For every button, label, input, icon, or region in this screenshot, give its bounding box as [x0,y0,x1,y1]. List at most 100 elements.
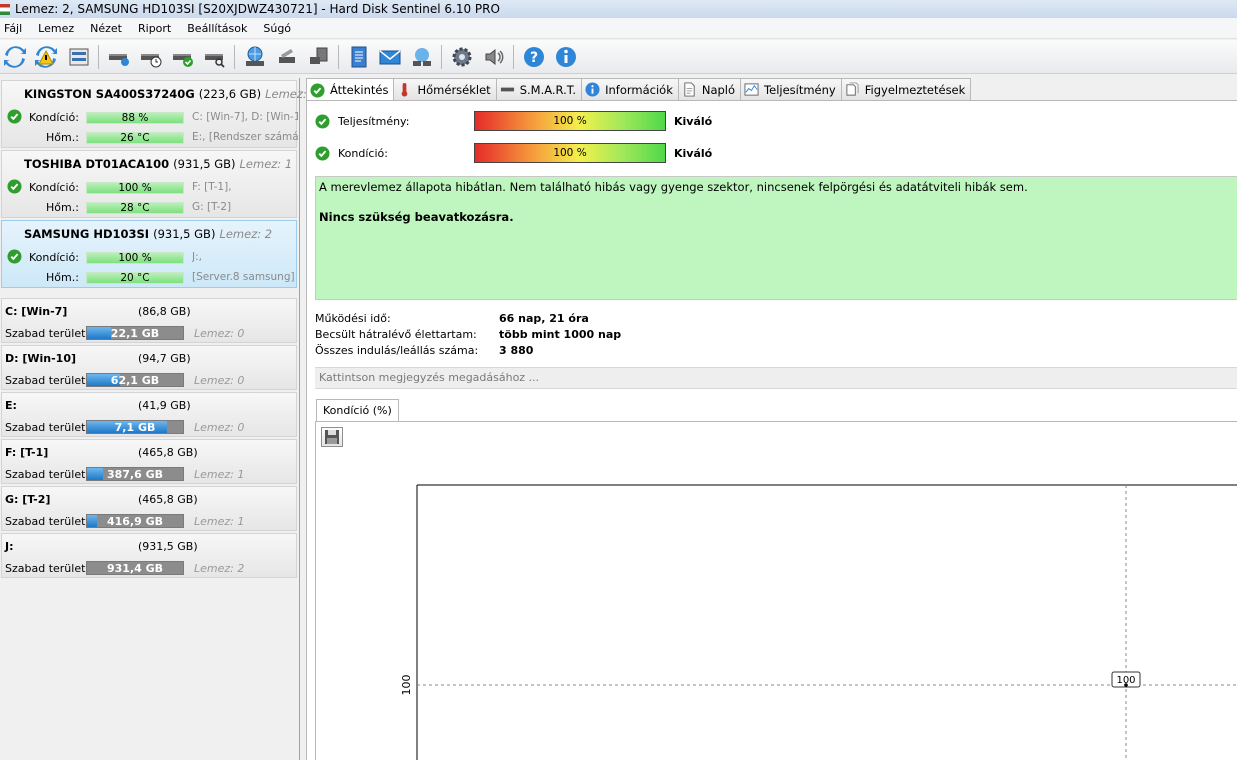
free-space-label: Szabad terület [5,374,86,387]
free-space-value: 931,4 GB [106,562,164,575]
app-icon [0,3,10,15]
disk-info-icon[interactable] [106,44,132,70]
disk-item-0[interactable]: KINGSTON SA400S37240G (223,6 GB) Lemez: … [1,80,318,148]
health-label: Kondíció: [29,181,79,194]
disk-search-icon[interactable] [202,44,228,70]
health-bar: 100 % [474,143,666,163]
health-rating: Kiváló [674,146,713,160]
volume-disk-index: Lemez: 0 [194,374,245,387]
volume-item[interactable]: G: [T-2] (465,8 GB) Szabad terület 416,9 GB… [1,486,297,531]
menu-file[interactable]: Fájl [0,22,34,35]
log-icon [684,82,695,97]
globe-disk-icon[interactable] [242,44,268,70]
volume-name: J: [5,540,14,553]
disk-name: KINGSTON SA400S37240G (223,6 GB) Lemez: … [24,87,318,101]
toolbar-separator [98,45,99,69]
health-bar: 100 % [86,252,184,264]
stat-value: 66 nap, 21 óra [499,312,589,325]
toolbar-separator [234,45,235,69]
partition-list: G: [T-2] [192,201,232,213]
tab-performance[interactable]: Teljesítmény [740,78,842,100]
performance-icon [744,83,759,96]
save-chart-button[interactable] [321,427,343,447]
disk-network-icon[interactable] [306,44,332,70]
health-chart: 100 100 [315,421,1237,760]
tab-overview[interactable]: Áttekintés [306,78,395,101]
tab-smart[interactable]: S.M.A.R.T. [495,78,583,100]
report-icon[interactable] [346,44,372,70]
smart-icon [500,87,514,92]
volume-item[interactable]: E: (41,9 GB) Szabad terület 7,1 GB Lemez: 0 [1,392,297,437]
volume-item[interactable]: D: [Win-10] (94,7 GB) Szabad terület 62,1 G… [1,345,297,390]
upload-icon[interactable] [409,44,435,70]
volume-disk-index: Lemez: 0 [194,327,245,340]
volume-item[interactable]: C: [Win-7] (86,8 GB) Szabad terület 22,1 GB… [1,298,297,343]
check-icon [7,109,22,124]
floppy-icon [325,430,339,444]
volume-item[interactable]: J: (931,5 GB) Szabad terület 931,4 GB Lemez:… [1,533,297,578]
disk-ok-icon[interactable] [170,44,196,70]
disk-item-1[interactable]: TOSHIBA DT01ACA100 (931,5 GB) Lemez: 1 K… [1,150,297,218]
menu-report[interactable]: Riport [134,22,183,35]
tab-log[interactable]: Napló [677,78,742,100]
settings-icon[interactable] [449,44,475,70]
menu-help[interactable]: Súgó [259,22,303,35]
chart-tab-health[interactable]: Kondíció (%) [316,399,399,421]
volume-name: G: [T-2] [5,493,51,506]
temperature-bar: 26 °C [86,132,184,144]
warning-refresh-icon[interactable] [33,44,59,70]
disk-icon[interactable] [66,44,92,70]
status-message: A merevlemez állapota hibátlan. Nem talá… [315,176,1237,300]
disk-tool-icon[interactable] [274,44,300,70]
free-space-value: 62,1 GB [110,374,160,387]
tab-bar: Áttekintés Hőmérséklet S.M.A.R.T. Inform… [306,78,972,101]
chart-canvas: 100 100 [400,484,1237,760]
disk-clock-icon[interactable] [138,44,164,70]
toolbar-separator [513,45,514,69]
menu-settings[interactable]: Beállítások [183,22,259,35]
window-title: Lemez: 2, SAMSUNG HD103SI [S20XJDWZ43072… [15,2,500,16]
menu-disk[interactable]: Lemez [34,22,86,35]
tab-alerts[interactable]: Figyelmeztetések [840,78,972,100]
refresh-icon[interactable] [2,44,28,70]
stat-value: több mint 1000 nap [499,328,622,341]
tab-label: S.M.A.R.T. [519,82,577,97]
check-icon [315,145,330,161]
partition-list: C: [Win-7], D: [Win-10] [192,111,298,123]
tab-label: Teljesítmény [764,82,836,97]
performance-row: Teljesítmény: 100 % Kiváló [315,111,712,131]
toolbar: ? [0,40,1237,74]
alerts-icon [846,82,859,96]
free-space-label: Szabad terület [5,421,86,434]
note-input[interactable]: Kattintson megjegyzés megadásához ... [315,367,1237,389]
volume-disk-index: Lemez: 1 [194,515,245,528]
volume-name: F: [T-1] [5,446,49,459]
menu-view[interactable]: Nézet [86,22,134,35]
y-tick-label: 100 [400,675,413,696]
free-space-label: Szabad terület [5,562,86,575]
status-recommendation: Nincs szükség beavatkozásra. [319,210,514,224]
disk-item-2[interactable]: SAMSUNG HD103SI (931,5 GB) Lemez: 2 Kond… [1,220,297,288]
tab-temperature[interactable]: Hőmérséklet [393,78,497,100]
toolbar-separator [441,45,442,69]
volume-size: (931,5 GB) [138,540,198,553]
temperature-bar: 28 °C [86,202,184,214]
partition-list: J:, [192,251,202,263]
temperature-bar: 20 °C [86,272,184,284]
free-space-bar: 7,1 GB [86,420,184,434]
sound-icon[interactable] [481,44,507,70]
performance-rating: Kiváló [674,114,713,128]
temperature-label: Hőm.: [46,271,79,284]
free-space-value: 22,1 GB [110,327,160,340]
help-icon[interactable]: ? [521,44,547,70]
tab-label: Információk [605,82,673,97]
volume-disk-index: Lemez: 2 [194,562,245,575]
volume-item[interactable]: F: [T-1] (465,8 GB) Szabad terület 387,6 GB… [1,439,297,484]
partition-list: [Server.8 samsung] [192,271,295,283]
temperature-label: Hőm.: [46,131,79,144]
tab-information[interactable]: Információk [581,78,679,100]
mail-icon[interactable] [377,44,403,70]
check-icon [310,82,325,98]
status-text: A merevlemez állapota hibátlan. Nem talá… [319,180,1028,194]
info-icon[interactable] [553,44,579,70]
